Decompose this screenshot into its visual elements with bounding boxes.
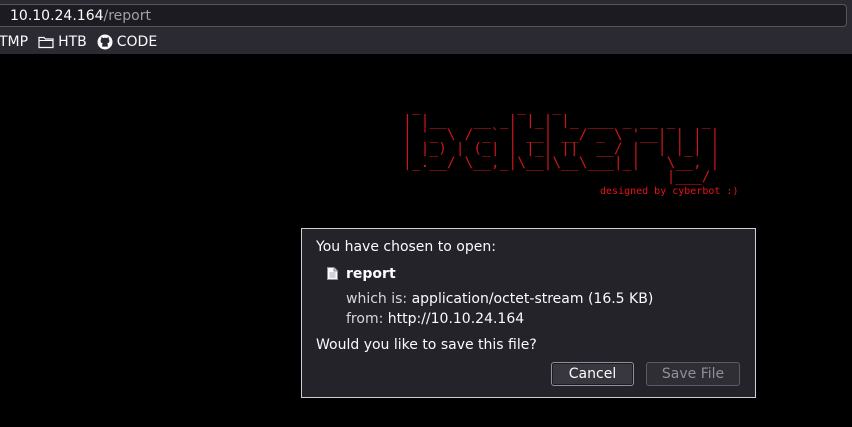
type-label: which is: bbox=[346, 291, 408, 307]
type-value: application/octet-stream (16.5 KB) bbox=[411, 291, 654, 307]
url-path: /report bbox=[103, 8, 151, 24]
bookmarks-bar: TMP HTB CODE bbox=[0, 32, 167, 52]
url-host: 10.10.24.164 bbox=[10, 8, 104, 24]
file-type-row: which is: application/octet-stream (16.5… bbox=[346, 291, 653, 307]
file-icon bbox=[327, 267, 338, 280]
browser-toolbar: 10.10.24.164/report TMP HTB CODE bbox=[0, 0, 852, 54]
bookmark-label: TMP bbox=[0, 34, 29, 50]
github-icon bbox=[97, 34, 113, 50]
file-source-row: from: http://10.10.24.164 bbox=[346, 311, 524, 327]
from-label: from: bbox=[346, 311, 384, 327]
url-text[interactable]: 10.10.24.164/report bbox=[10, 8, 151, 24]
ascii-logo: _ _ _ | |__ __ _| |_| |_ ___ _ __ _ _ | … bbox=[403, 98, 720, 185]
from-value: http://10.10.24.164 bbox=[387, 311, 525, 327]
download-dialog: You have chosen to open: report which is… bbox=[301, 228, 756, 398]
save-question: Would you like to save this file? bbox=[316, 337, 537, 353]
address-bar[interactable]: 10.10.24.164/report bbox=[0, 4, 847, 27]
bookmark-label: HTB bbox=[58, 34, 87, 50]
bookmark-tmp[interactable]: TMP bbox=[0, 34, 28, 50]
save-file-button[interactable]: Save File bbox=[646, 362, 740, 386]
bookmark-code[interactable]: CODE bbox=[97, 34, 157, 50]
bookmark-htb[interactable]: HTB bbox=[38, 34, 87, 50]
folder-icon bbox=[38, 36, 54, 49]
file-name: report bbox=[346, 266, 396, 282]
credit-text: designed by cyberbot :) bbox=[600, 186, 739, 197]
bookmark-label: CODE bbox=[116, 34, 158, 50]
dialog-title: You have chosen to open: bbox=[316, 239, 496, 255]
cancel-button[interactable]: Cancel bbox=[551, 362, 634, 386]
